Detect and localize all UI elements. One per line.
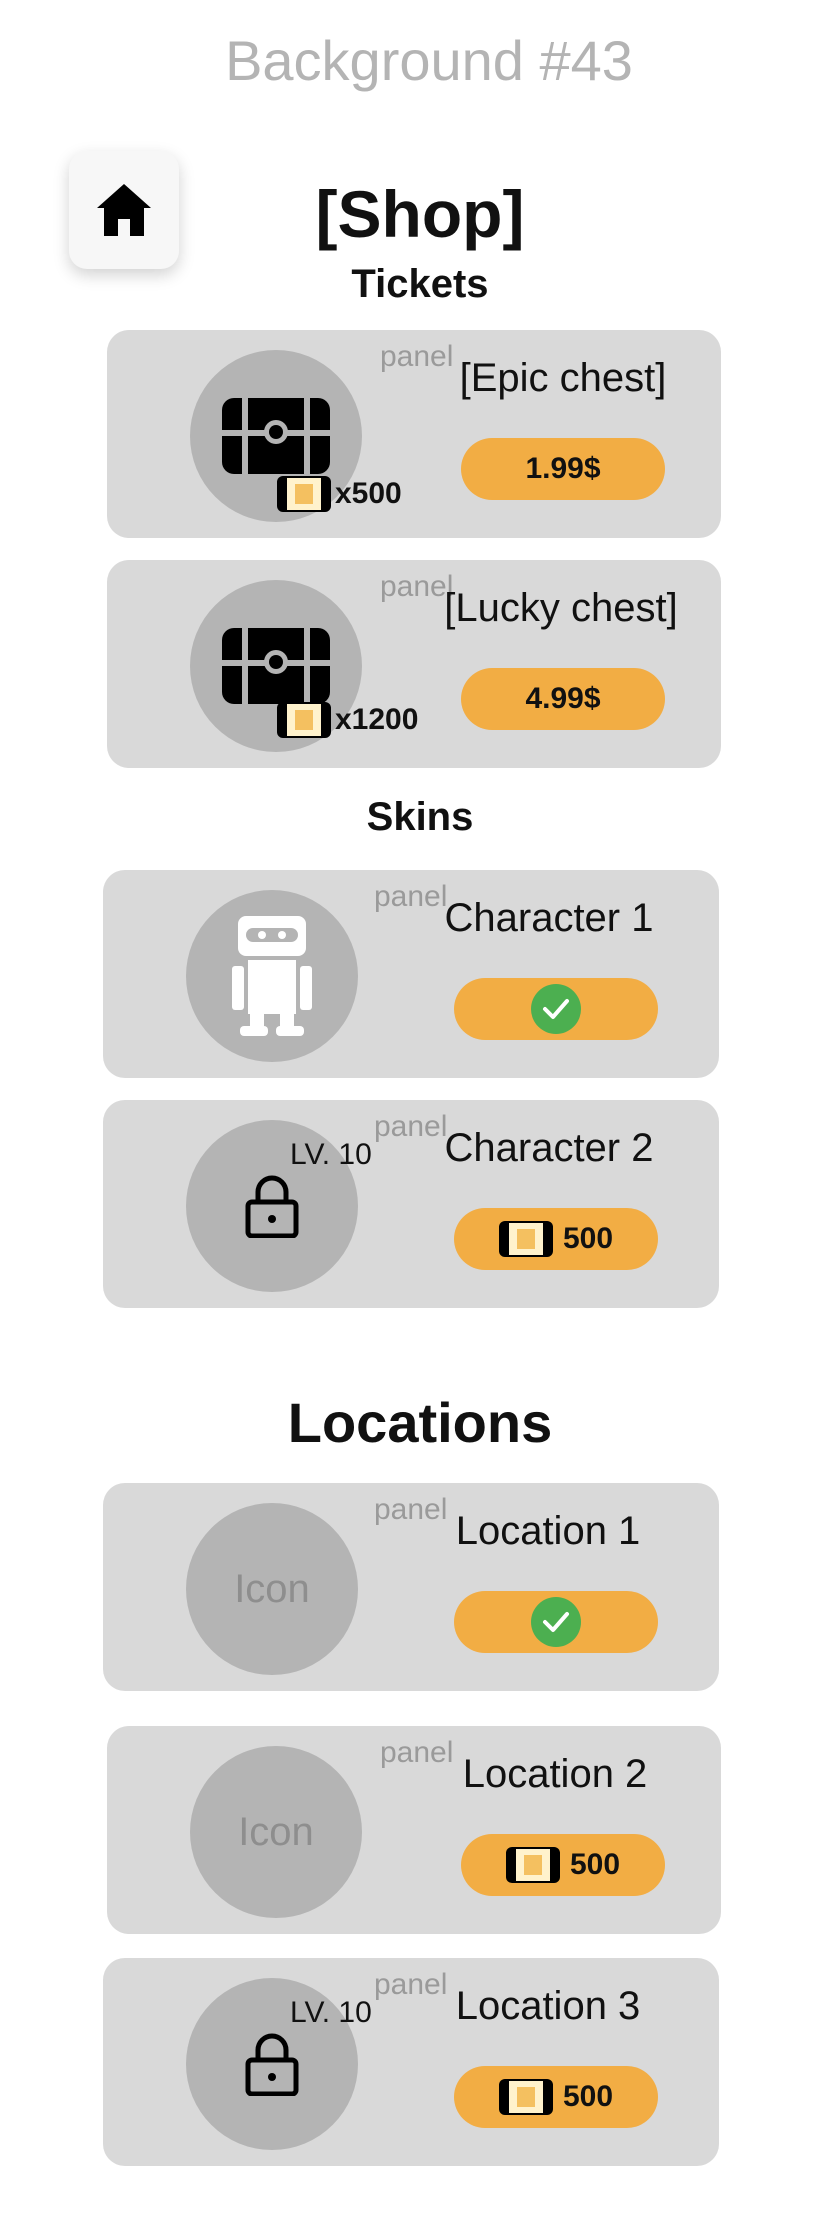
price-label: 500	[569, 1848, 621, 1881]
location-card-3: LV. 10 panel Location 3 500	[103, 1958, 719, 2166]
price-label: 1.99$	[525, 452, 601, 485]
panel-tag: panel	[374, 880, 448, 913]
lock-icon	[245, 2033, 299, 2096]
icon-placeholder: Icon	[238, 1809, 314, 1854]
location-card-2: Icon panel Location 2 500	[107, 1726, 721, 1934]
ticket-title: [Lucky chest]	[444, 586, 678, 630]
location-title: Location 3	[455, 1984, 641, 2028]
panel-tag: panel	[374, 1493, 448, 1526]
price-label: 4.99$	[525, 682, 601, 715]
item-icon-circle	[186, 890, 358, 1062]
ticket-card-lucky-chest: x1200 panel [Lucky chest] 4.99$	[107, 560, 721, 768]
ticket-quantity: x500	[277, 476, 402, 512]
ticket-quantity-label: x500	[335, 477, 402, 510]
page-title: [Shop]	[315, 177, 525, 251]
ticket-card-epic-chest: x500 panel [Epic chest] 1.99$	[107, 330, 721, 538]
level-requirement: LV. 10	[290, 1996, 372, 2029]
skin-title: Character 2	[444, 1126, 654, 1170]
location-title: Location 1	[455, 1509, 641, 1553]
ticket-quantity: x1200	[277, 702, 418, 738]
price-label: 500	[562, 1222, 614, 1255]
skin-title: Character 1	[444, 896, 654, 940]
skin-card-character-1: panel Character 1	[103, 870, 719, 1078]
ticket-icon	[277, 476, 331, 512]
section-title-tickets: Tickets	[351, 262, 489, 306]
ticket-quantity-label: x1200	[335, 703, 419, 736]
location-title: Location 2	[462, 1752, 648, 1796]
ticket-icon	[277, 702, 331, 738]
lock-icon	[245, 1175, 299, 1238]
ticket-icon	[505, 1847, 560, 1883]
buy-button[interactable]: 500	[461, 1834, 665, 1896]
home-button[interactable]	[69, 151, 179, 269]
selected-button[interactable]	[454, 1591, 658, 1653]
section-title-locations: Locations	[287, 1391, 553, 1454]
buy-button[interactable]: 500	[454, 2066, 658, 2128]
item-icon-circle: Icon	[186, 1503, 358, 1675]
selected-button[interactable]	[454, 978, 658, 1040]
item-icon-circle: Icon	[190, 1746, 362, 1918]
buy-button[interactable]: 4.99$	[461, 668, 665, 730]
buy-button[interactable]: 1.99$	[461, 438, 665, 500]
checkmark-icon	[531, 1597, 581, 1647]
level-requirement: LV. 10	[290, 1138, 372, 1171]
robot-icon	[232, 916, 312, 1036]
section-title-skins: Skins	[366, 795, 474, 839]
home-icon	[97, 184, 151, 236]
chest-icon	[222, 398, 330, 474]
checkmark-icon	[531, 984, 581, 1034]
icon-placeholder: Icon	[234, 1566, 310, 1611]
panel-tag: panel	[380, 1736, 454, 1769]
ticket-title: [Epic chest]	[459, 356, 667, 400]
location-card-1: Icon panel Location 1	[103, 1483, 719, 1691]
panel-tag: panel	[374, 1968, 448, 2001]
chest-icon	[222, 628, 330, 704]
ticket-icon	[498, 1221, 553, 1257]
panel-tag: panel	[374, 1110, 448, 1143]
buy-button[interactable]: 500	[454, 1208, 658, 1270]
ticket-icon	[498, 2079, 553, 2115]
price-label: 500	[562, 2080, 614, 2113]
background-label: Background #43	[225, 29, 633, 92]
skin-card-character-2: LV. 10 panel Character 2 500	[103, 1100, 719, 1308]
